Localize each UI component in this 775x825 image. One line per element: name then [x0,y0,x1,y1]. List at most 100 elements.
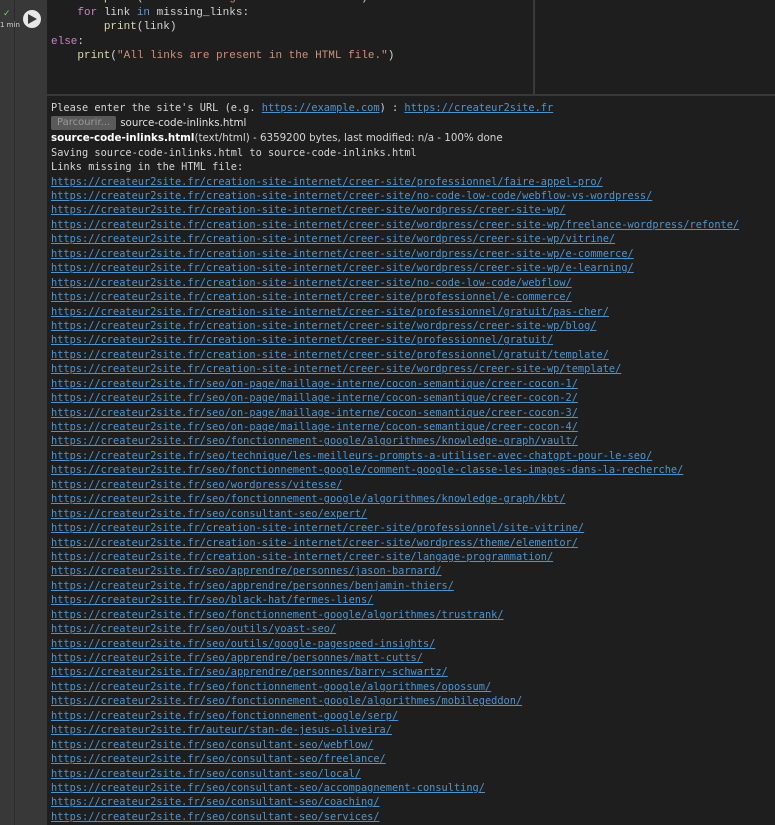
code-token: missing_links: [150,6,250,19]
missing-links-header: Links missing in the HTML file: [51,161,244,174]
list-item: https://createur2site.fr/creation-site-i… [51,218,739,232]
missing-link[interactable]: https://createur2site.fr/creation-site-i… [51,277,572,289]
missing-link[interactable]: https://createur2site.fr/creation-site-i… [51,262,634,274]
missing-link[interactable]: https://createur2site.fr/creation-site-i… [51,551,553,563]
missing-link[interactable]: https://createur2site.fr/seo/fonctionnem… [51,435,578,447]
missing-link[interactable]: https://createur2site.fr/creation-site-i… [51,204,566,216]
code-token: for [77,6,98,19]
list-item: https://createur2site.fr/seo/consultant-… [51,810,739,824]
missing-link[interactable]: https://createur2site.fr/creation-site-i… [51,522,584,534]
list-item: https://createur2site.fr/seo/fonctionnem… [51,608,739,622]
list-item: https://createur2site.fr/seo/consultant-… [51,738,739,752]
code-line: print("Links missing in the HTML file:") [51,0,394,6]
cell-gutter: ✓ 1 min [0,0,20,825]
code-line: else: [51,35,394,50]
missing-link[interactable]: https://createur2site.fr/seo/consultant-… [51,782,485,794]
missing-link[interactable]: https://createur2site.fr/seo/consultant-… [51,796,380,808]
missing-link[interactable]: https://createur2site.fr/seo/wordpress/v… [51,479,342,491]
missing-link[interactable]: https://createur2site.fr/seo/fonctionnem… [51,464,683,476]
missing-link[interactable]: https://createur2site.fr/seo/fonctionnem… [51,710,398,722]
missing-link[interactable]: https://createur2site.fr/creation-site-i… [51,291,572,303]
missing-link[interactable]: https://createur2site.fr/seo/apprendre/p… [51,565,442,577]
list-item: https://createur2site.fr/creation-site-i… [51,290,739,304]
list-item: https://createur2site.fr/seo/fonctionnem… [51,492,739,506]
missing-link[interactable]: https://createur2site.fr/seo/consultant-… [51,753,386,765]
list-item: https://createur2site.fr/creation-site-i… [51,521,739,535]
uploaded-file-name: source-code-inlinks.html [120,117,247,130]
code-text[interactable]: print("Links missing in the HTML file:")… [51,0,394,64]
code-token: print [103,21,137,34]
missing-link[interactable]: https://createur2site.fr/seo/consultant-… [51,508,367,520]
missing-link[interactable]: https://createur2site.fr/creation-site-i… [51,219,739,231]
code-token: link [97,6,137,19]
missing-link[interactable]: https://createur2site.fr/creation-site-i… [51,537,578,549]
missing-link[interactable]: https://createur2site.fr/auteur/stan-de-… [51,724,392,736]
missing-link[interactable]: https://createur2site.fr/seo/consultant-… [51,739,373,751]
code-editor[interactable]: print("Links missing in the HTML file:")… [47,0,533,94]
run-cell-button[interactable] [23,10,41,28]
missing-link[interactable]: https://createur2site.fr/creation-site-i… [51,349,609,361]
example-url-link[interactable]: https://example.com [262,102,380,114]
execution-time: 1 min [0,21,20,29]
code-line: print(link) [51,20,394,35]
list-item: https://createur2site.fr/creation-site-i… [51,362,739,376]
missing-link[interactable]: https://createur2site.fr/seo/on-page/mai… [51,392,578,404]
missing-link[interactable]: https://createur2site.fr/seo/fonctionnem… [51,493,566,505]
list-item: https://createur2site.fr/seo/consultant-… [51,752,739,766]
missing-link[interactable]: https://createur2site.fr/creation-site-i… [51,248,634,260]
list-item: https://createur2site.fr/seo/fonctionnem… [51,709,739,723]
list-item: https://createur2site.fr/seo/fonctionnem… [51,694,739,708]
list-item: https://createur2site.fr/seo/on-page/mai… [51,420,739,434]
file-upload-row: Parcourir... source-code-inlinks.html [51,115,739,131]
missing-link[interactable]: https://createur2site.fr/seo/on-page/mai… [51,407,578,419]
missing-link[interactable]: https://createur2site.fr/creation-site-i… [51,190,652,202]
missing-link[interactable]: https://createur2site.fr/creation-site-i… [51,306,609,318]
missing-link[interactable]: https://createur2site.fr/creation-site-i… [51,176,603,188]
list-item: https://createur2site.fr/seo/apprendre/p… [51,564,739,578]
list-item: https://createur2site.fr/creation-site-i… [51,261,739,275]
entered-url-link[interactable]: https://createur2site.fr [404,102,553,114]
missing-link[interactable]: https://createur2site.fr/seo/apprendre/p… [51,666,448,678]
list-item: https://createur2site.fr/creation-site-i… [51,232,739,246]
list-item: https://createur2site.fr/seo/consultant-… [51,781,739,795]
upload-status: source-code-inlinks.html(text/html) - 63… [51,131,739,145]
code-line: for link in missing_links: [51,6,394,21]
list-item: https://createur2site.fr/seo/apprendre/p… [51,579,739,593]
missing-link[interactable]: https://createur2site.fr/seo/apprendre/p… [51,580,454,592]
missing-link[interactable]: https://createur2site.fr/seo/on-page/mai… [51,421,578,433]
missing-link[interactable]: https://createur2site.fr/seo/outils/yoas… [51,623,336,635]
missing-link[interactable]: https://createur2site.fr/seo/fonctionnem… [51,681,491,693]
list-item: https://createur2site.fr/seo/on-page/mai… [51,406,739,420]
missing-link[interactable]: https://createur2site.fr/creation-site-i… [51,233,615,245]
missing-link[interactable]: https://createur2site.fr/seo/on-page/mai… [51,378,578,390]
list-item: https://createur2site.fr/creation-site-i… [51,305,739,319]
code-token: else [51,35,78,48]
code-token: ) [387,50,395,63]
missing-link[interactable]: https://createur2site.fr/seo/consultant-… [51,811,380,823]
missing-link[interactable]: https://createur2site.fr/seo/consultant-… [51,768,361,780]
list-item: https://createur2site.fr/creation-site-i… [51,333,739,347]
upload-file-name: source-code-inlinks.html [51,132,195,145]
missing-link[interactable]: https://createur2site.fr/seo/apprendre/p… [51,652,423,664]
missing-link[interactable]: https://createur2site.fr/creation-site-i… [51,320,597,332]
missing-link[interactable]: https://createur2site.fr/seo/fonctionnem… [51,695,522,707]
list-item: https://createur2site.fr/creation-site-i… [51,348,739,362]
list-item: https://createur2site.fr/seo/fonctionnem… [51,463,739,477]
list-item: https://createur2site.fr/creation-site-i… [51,175,739,189]
code-token: "All links are present in the HTML file.… [117,50,388,63]
browse-button[interactable]: Parcourir... [51,116,117,131]
missing-link[interactable]: https://createur2site.fr/seo/black-hat/f… [51,594,373,606]
prompt-suffix: ) : [379,102,405,114]
missing-link[interactable]: https://createur2site.fr/creation-site-i… [51,363,621,375]
missing-link[interactable]: https://createur2site.fr/seo/technique/l… [51,450,652,462]
code-token: (link) [136,21,177,34]
missing-link[interactable]: https://createur2site.fr/seo/outils/goog… [51,638,435,650]
missing-link[interactable]: https://createur2site.fr/seo/fonctionnem… [51,609,504,621]
missing-link[interactable]: https://createur2site.fr/creation-site-i… [51,334,553,346]
list-item: https://createur2site.fr/seo/apprendre/p… [51,665,739,679]
code-token: : [77,35,85,48]
check-icon: ✓ [3,9,11,19]
list-item: https://createur2site.fr/creation-site-i… [51,276,739,290]
